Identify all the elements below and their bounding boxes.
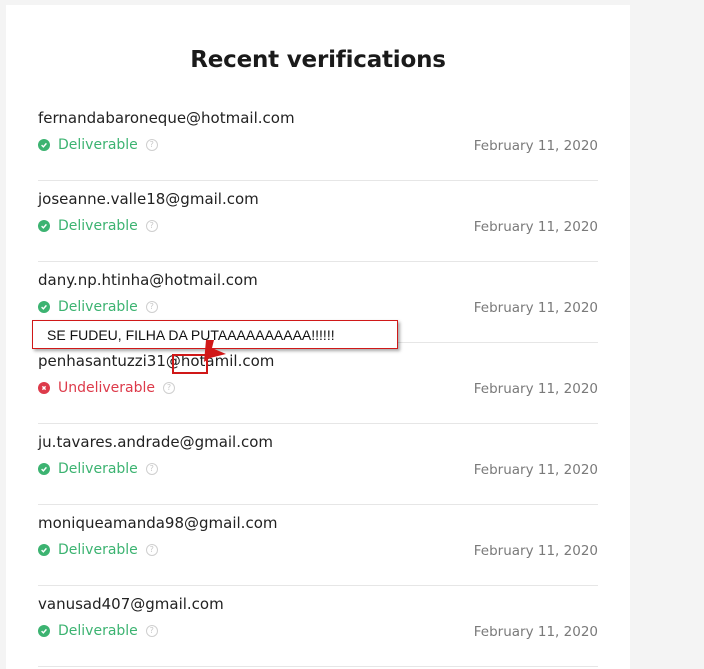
verification-row: moniqueamanda98@gmail.com Deliverable ? … bbox=[38, 505, 598, 586]
verification-row: ju.tavares.andrade@gmail.com Deliverable… bbox=[38, 424, 598, 505]
status-badge: Deliverable ? bbox=[38, 461, 158, 477]
email-address: joseanne.valle18@gmail.com bbox=[38, 190, 259, 208]
help-circle-icon[interactable]: ? bbox=[145, 463, 158, 475]
status-badge: Deliverable ? bbox=[38, 542, 158, 558]
status-badge: Deliverable ? bbox=[38, 623, 158, 639]
help-circle-icon[interactable]: ? bbox=[145, 544, 158, 556]
verification-date: February 11, 2020 bbox=[473, 300, 598, 316]
verification-date: February 11, 2020 bbox=[473, 462, 598, 478]
check-circle-icon bbox=[38, 301, 50, 313]
email-address: vanusad407@gmail.com bbox=[38, 595, 224, 613]
status-label: Deliverable bbox=[58, 137, 138, 153]
check-circle-icon bbox=[38, 463, 50, 475]
status-label: Deliverable bbox=[58, 299, 138, 315]
verification-list: fernandabaroneque@hotmail.com Deliverabl… bbox=[38, 100, 598, 667]
help-circle-icon[interactable]: ? bbox=[163, 382, 176, 394]
status-badge: Deliverable ? bbox=[38, 137, 158, 153]
verification-date: February 11, 2020 bbox=[473, 543, 598, 559]
help-circle-icon[interactable]: ? bbox=[145, 301, 158, 313]
status-label: Deliverable bbox=[58, 542, 138, 558]
verification-row: vanusad407@gmail.com Deliverable ? Febru… bbox=[38, 586, 598, 667]
verification-date: February 11, 2020 bbox=[473, 624, 598, 640]
status-badge: Deliverable ? bbox=[38, 299, 158, 315]
help-circle-icon[interactable]: ? bbox=[145, 139, 158, 151]
email-address: ju.tavares.andrade@gmail.com bbox=[38, 433, 274, 451]
verification-row: penhasantuzzi31@hotamil.com Undeliverabl… bbox=[38, 343, 598, 424]
email-address: penhasantuzzi31@hotamil.com bbox=[38, 352, 275, 370]
help-circle-icon[interactable]: ? bbox=[145, 625, 158, 637]
check-circle-icon bbox=[38, 544, 50, 556]
typo-highlight-box bbox=[172, 354, 208, 374]
email-address: dany.np.htinha@hotmail.com bbox=[38, 271, 258, 289]
x-circle-icon bbox=[38, 382, 50, 394]
check-circle-icon bbox=[38, 139, 50, 151]
status-label: Undeliverable bbox=[58, 380, 156, 396]
verification-date: February 11, 2020 bbox=[473, 381, 598, 397]
page-title: Recent verifications bbox=[190, 47, 446, 73]
verification-date: February 11, 2020 bbox=[473, 219, 598, 235]
status-badge: Undeliverable ? bbox=[38, 380, 176, 396]
status-badge: Deliverable ? bbox=[38, 218, 158, 234]
verification-row: fernandabaroneque@hotmail.com Deliverabl… bbox=[38, 100, 598, 181]
verification-row: joseanne.valle18@gmail.com Deliverable ?… bbox=[38, 181, 598, 262]
check-circle-icon bbox=[38, 220, 50, 232]
help-circle-icon[interactable]: ? bbox=[145, 220, 158, 232]
status-label: Deliverable bbox=[58, 218, 138, 234]
status-label: Deliverable bbox=[58, 461, 138, 477]
verification-date: February 11, 2020 bbox=[473, 138, 598, 154]
check-circle-icon bbox=[38, 625, 50, 637]
email-address: fernandabaroneque@hotmail.com bbox=[38, 109, 295, 127]
email-address: moniqueamanda98@gmail.com bbox=[38, 514, 278, 532]
status-label: Deliverable bbox=[58, 623, 138, 639]
